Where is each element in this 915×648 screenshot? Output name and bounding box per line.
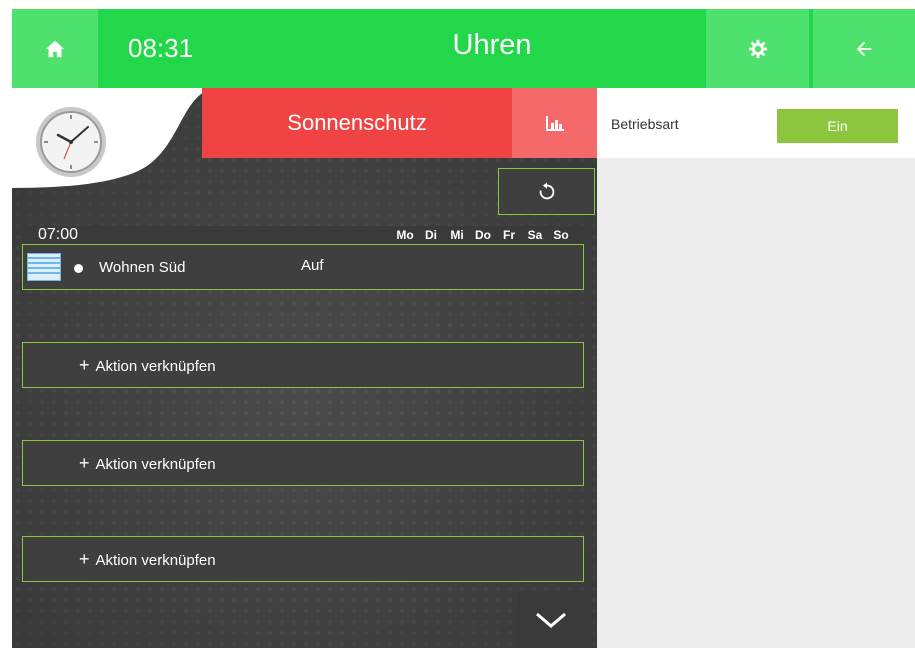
home-icon — [45, 40, 65, 57]
weekday-sunday: So — [553, 228, 569, 242]
weekday-list: Mo Di Mi Do Fr Sa So — [392, 226, 574, 244]
reset-icon — [539, 181, 554, 199]
mode-label: Betriebsart — [611, 116, 679, 132]
reset-button[interactable] — [498, 168, 595, 215]
weekday-saturday: Sa — [527, 228, 543, 242]
entry-device-name: Wohnen Süd — [99, 259, 186, 276]
link-action-label: Aktion verknüpfen — [95, 358, 216, 375]
page-title: Uhren — [452, 29, 532, 61]
weekday-wednesday: Mi — [450, 228, 464, 242]
mode-toggle-button[interactable]: Ein — [777, 109, 898, 143]
settings-panel: Betriebsart Ein — [597, 88, 915, 648]
plus-icon: + — [79, 549, 90, 569]
schedule-time: 07:00 — [38, 226, 79, 243]
scroll-down-button[interactable] — [517, 591, 585, 648]
top-bar: 08:31 Uhren — [12, 9, 915, 88]
weekday-friday: Fr — [503, 228, 515, 242]
link-action-label: Aktion verknüpfen — [95, 552, 216, 569]
link-action-button[interactable]: + Aktion verknüpfen — [22, 342, 584, 388]
statistics-button[interactable] — [512, 88, 597, 158]
back-button[interactable] — [813, 9, 915, 88]
weekday-row: 07:00 Mo Di Mi Do Fr Sa So — [22, 226, 584, 244]
schedule-entry[interactable]: Wohnen Süd Auf — [22, 244, 584, 290]
weekday-tuesday: Di — [425, 228, 437, 242]
arrow-left-icon — [856, 41, 872, 56]
plus-icon: + — [79, 355, 90, 375]
current-time: 08:31 — [128, 33, 194, 63]
schedule-panel: Sonnenschutz 07:00 Mo Di Mi Do Fr Sa So — [12, 88, 597, 648]
gear-refresh-icon — [748, 39, 767, 58]
weekday-monday: Mo — [396, 228, 414, 242]
weekday-thursday: Do — [475, 228, 491, 242]
chevron-down-icon — [536, 612, 566, 628]
blind-icon — [27, 253, 61, 281]
link-action-button[interactable]: + Aktion verknüpfen — [22, 536, 584, 582]
home-button[interactable] — [12, 9, 98, 88]
active-indicator — [74, 264, 83, 273]
clock-icon — [36, 107, 106, 177]
mode-row: Betriebsart Ein — [597, 88, 915, 158]
entry-action: Auf — [301, 257, 324, 274]
profile-title: Sonnenschutz — [287, 110, 427, 135]
plus-icon: + — [79, 453, 90, 473]
settings-button[interactable] — [706, 9, 811, 88]
profile-header: Sonnenschutz — [202, 88, 597, 158]
bar-chart-icon — [545, 116, 564, 131]
link-action-label: Aktion verknüpfen — [95, 456, 216, 473]
link-action-button[interactable]: + Aktion verknüpfen — [22, 440, 584, 486]
